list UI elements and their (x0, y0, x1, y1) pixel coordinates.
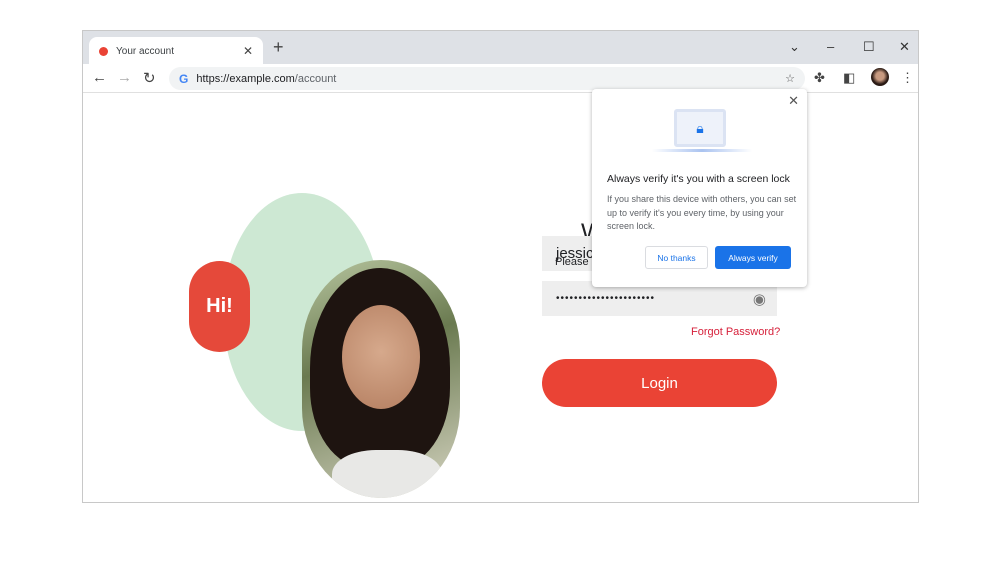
eye-slash-icon[interactable]: ◉ (753, 290, 767, 308)
url-path: /account (294, 72, 337, 85)
reload-icon[interactable]: ↻ (143, 69, 156, 87)
popup-heading: Always verify it's you with a screen loc… (607, 173, 790, 185)
avatar[interactable] (871, 68, 889, 86)
popup-body: If you share this device with others, yo… (607, 194, 797, 231)
always-verify-button[interactable]: Always verify (715, 246, 791, 269)
minimize-icon[interactable]: – (827, 39, 834, 54)
new-tab-button[interactable]: + (273, 37, 284, 58)
close-icon[interactable]: ✕ (788, 93, 799, 109)
no-thanks-button[interactable]: No thanks (645, 246, 708, 269)
tab-search-chevron-down-icon[interactable]: ⌄ (789, 39, 800, 55)
photo-face (342, 305, 420, 409)
close-tab-icon[interactable]: ✕ (243, 44, 253, 58)
side-panel-icon[interactable]: ◧ (843, 70, 855, 86)
address-bar[interactable]: G https://example.com/account ☆ (169, 67, 805, 90)
greeting-badge: Hi! (189, 261, 250, 352)
screen-lock-popup: ✕ 🔒︎ Always verify it's you with a scree… (592, 89, 807, 287)
password-value: •••••••••••••••••••••• (556, 293, 656, 304)
forward-icon[interactable]: → (117, 69, 132, 86)
profile-photo (302, 260, 460, 498)
url-host: https://example.com (196, 72, 295, 85)
back-icon[interactable]: ← (92, 69, 107, 86)
laptop-lock-icon: 🔒︎ (674, 109, 726, 147)
tab-your-account[interactable]: Your account ✕ (89, 37, 263, 65)
forgot-password-link[interactable]: Forgot Password? (691, 326, 780, 338)
browser-window: Your account ✕ + ⌄ – ☐ ✕ ← → ↻ G https:/… (82, 30, 919, 503)
more-icon[interactable]: ⋮ (901, 70, 914, 86)
favicon (99, 46, 108, 56)
tab-title: Your account (116, 45, 175, 57)
google-icon: G (179, 71, 189, 86)
star-icon[interactable]: ☆ (785, 72, 795, 85)
photo-shirt (332, 450, 442, 498)
login-button[interactable]: Login (542, 359, 777, 407)
close-window-icon[interactable]: ✕ (899, 39, 910, 55)
laptop-base (652, 149, 752, 152)
username-value: jessic (556, 245, 594, 262)
extension-icon[interactable]: ✤ (814, 70, 825, 86)
maximize-icon[interactable]: ☐ (863, 39, 875, 55)
tab-strip: Your account ✕ + ⌄ – ☐ ✕ (83, 31, 918, 65)
